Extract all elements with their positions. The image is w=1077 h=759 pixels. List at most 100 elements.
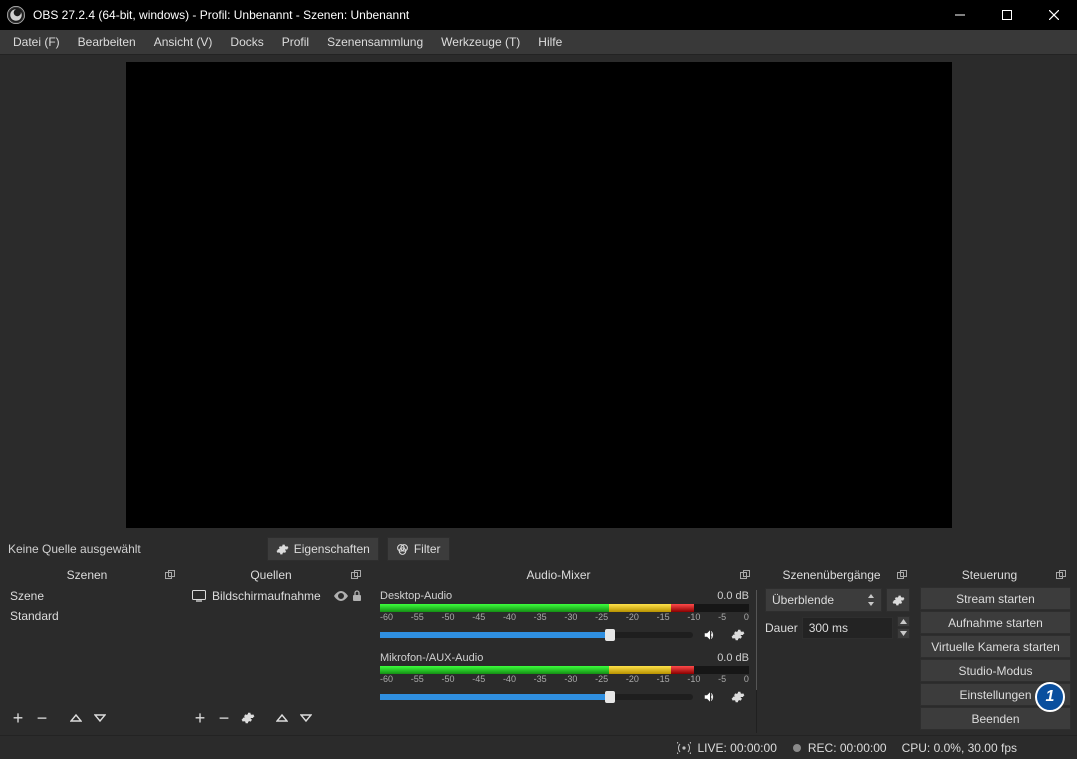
select-arrows-icon [867, 594, 875, 606]
mixer-channel-db: 0.0 dB [717, 652, 749, 664]
title-bar: OBS 27.2.4 (64-bit, windows) - Profil: U… [0, 0, 1077, 30]
source-move-up-button[interactable] [272, 707, 292, 729]
transition-select-value: Überblende [772, 593, 834, 607]
channel-settings-button[interactable] [727, 624, 749, 646]
maximize-button[interactable] [983, 0, 1030, 30]
status-bar: LIVE: 00:00:00 REC: 00:00:00 CPU: 0.0%, … [0, 735, 1077, 759]
scenes-list[interactable]: Szene Standard [4, 586, 182, 703]
audio-mixer-panel: Audio-Mixer Desktop-Audio 0.0 dB -60-55-… [372, 565, 757, 733]
menu-docks[interactable]: Docks [221, 35, 272, 49]
mixer-channel-name: Mikrofon-/AUX-Audio [380, 652, 483, 664]
duration-value: 300 ms [809, 621, 848, 635]
live-status: LIVE: 00:00:00 [697, 741, 776, 755]
scene-item[interactable]: Standard [4, 606, 182, 626]
scale-tick: -45 [472, 612, 485, 622]
mute-button[interactable] [699, 624, 721, 646]
mixer-channel-name: Desktop-Audio [380, 590, 452, 602]
sources-list[interactable]: Bildschirmaufnahme [186, 586, 368, 703]
scale-tick: -40 [503, 674, 516, 684]
add-scene-button[interactable]: + [8, 707, 28, 729]
mixer-channel-mic: Mikrofon-/AUX-Audio 0.0 dB -60-55-50-45-… [380, 652, 749, 708]
mixer-channel-desktop: Desktop-Audio 0.0 dB -60-55-50-45-40-35-… [380, 590, 749, 646]
menu-help[interactable]: Hilfe [529, 35, 571, 49]
scene-item[interactable]: Szene [4, 586, 182, 606]
remove-source-button[interactable]: − [214, 707, 234, 729]
menu-profile[interactable]: Profil [273, 35, 318, 49]
scale-tick: -35 [534, 674, 547, 684]
minimize-button[interactable] [936, 0, 983, 30]
scale-tick: -5 [718, 674, 726, 684]
controls-panel-title: Steuerung [924, 568, 1055, 582]
source-toolbar: Keine Quelle ausgewählt Eigenschaften Fi… [0, 534, 1077, 563]
studio-mode-button[interactable]: Studio-Modus [920, 659, 1071, 682]
popout-icon[interactable] [739, 569, 751, 581]
scale-tick: -20 [626, 674, 639, 684]
scale-tick: 0 [744, 612, 749, 622]
properties-button-label: Eigenschaften [294, 542, 370, 556]
obs-logo-icon [7, 6, 25, 24]
menu-view[interactable]: Ansicht (V) [145, 35, 222, 49]
scale-tick: -45 [472, 674, 485, 684]
volume-slider[interactable] [380, 694, 693, 700]
close-button[interactable] [1030, 0, 1077, 30]
mute-button[interactable] [699, 686, 721, 708]
scale-tick: -10 [687, 612, 700, 622]
preview-area [0, 55, 1077, 534]
source-item-label: Bildschirmaufnahme [212, 589, 321, 603]
scale-tick: -20 [626, 612, 639, 622]
scene-item-label: Standard [10, 609, 59, 623]
duration-step-down[interactable] [897, 628, 910, 639]
duration-label: Dauer [765, 621, 798, 635]
transition-duration-input[interactable]: 300 ms [802, 617, 893, 639]
scene-move-down-button[interactable] [90, 707, 110, 729]
filter-icon [396, 543, 409, 556]
add-source-button[interactable]: + [190, 707, 210, 729]
mixer-channel-db: 0.0 dB [717, 590, 749, 602]
remove-scene-button[interactable]: − [32, 707, 52, 729]
scale-tick: -60 [380, 674, 393, 684]
menu-scenecollection[interactable]: Szenensammlung [318, 35, 432, 49]
sources-panel: Quellen Bildschirmaufnahme + − [186, 565, 368, 733]
transitions-panel-title: Szenenübergänge [767, 568, 896, 582]
duration-step-up[interactable] [897, 616, 910, 627]
controls-panel: Steuerung Stream starten Aufnahme starte… [918, 565, 1073, 733]
no-source-selected-label: Keine Quelle ausgewählt [8, 542, 141, 556]
display-capture-icon [192, 590, 206, 602]
scale-tick: -15 [657, 674, 670, 684]
popout-icon[interactable] [350, 569, 362, 581]
mixer-scrollbar-thumb[interactable] [756, 590, 757, 690]
audio-meter [380, 604, 749, 612]
scene-move-up-button[interactable] [66, 707, 86, 729]
source-item[interactable]: Bildschirmaufnahme [186, 586, 368, 606]
filters-button[interactable]: Filter [387, 537, 450, 561]
rec-status: REC: 00:00:00 [808, 741, 887, 755]
start-recording-button[interactable]: Aufnahme starten [920, 611, 1071, 634]
popout-icon[interactable] [164, 569, 176, 581]
transition-properties-button[interactable] [886, 588, 910, 612]
start-stream-button[interactable]: Stream starten [920, 587, 1071, 610]
preview-canvas[interactable] [126, 62, 952, 528]
start-virtual-cam-button[interactable]: Virtuelle Kamera starten [920, 635, 1071, 658]
lock-icon[interactable] [352, 590, 362, 602]
window-title: OBS 27.2.4 (64-bit, windows) - Profil: U… [33, 8, 936, 22]
channel-settings-button[interactable] [727, 686, 749, 708]
scene-transitions-panel: Szenenübergänge Überblende Dauer 300 ms [761, 565, 914, 733]
live-indicator-icon [677, 742, 691, 754]
meter-scale: -60-55-50-45-40-35-30-25-20-15-10-50 [380, 612, 749, 622]
visibility-icon[interactable] [334, 591, 348, 601]
transition-select[interactable]: Überblende [765, 588, 882, 612]
source-properties-button[interactable] [238, 707, 258, 729]
menu-file[interactable]: Datei (F) [4, 35, 69, 49]
menu-tools[interactable]: Werkzeuge (T) [432, 35, 529, 49]
properties-button[interactable]: Eigenschaften [267, 537, 379, 561]
scale-tick: -15 [657, 612, 670, 622]
scale-tick: -30 [564, 612, 577, 622]
volume-slider[interactable] [380, 632, 693, 638]
menu-edit[interactable]: Bearbeiten [69, 35, 145, 49]
popout-icon[interactable] [896, 569, 908, 581]
source-move-down-button[interactable] [296, 707, 316, 729]
scale-tick: -25 [595, 674, 608, 684]
audio-meter [380, 666, 749, 674]
popout-icon[interactable] [1055, 569, 1067, 581]
scale-tick: -40 [503, 612, 516, 622]
